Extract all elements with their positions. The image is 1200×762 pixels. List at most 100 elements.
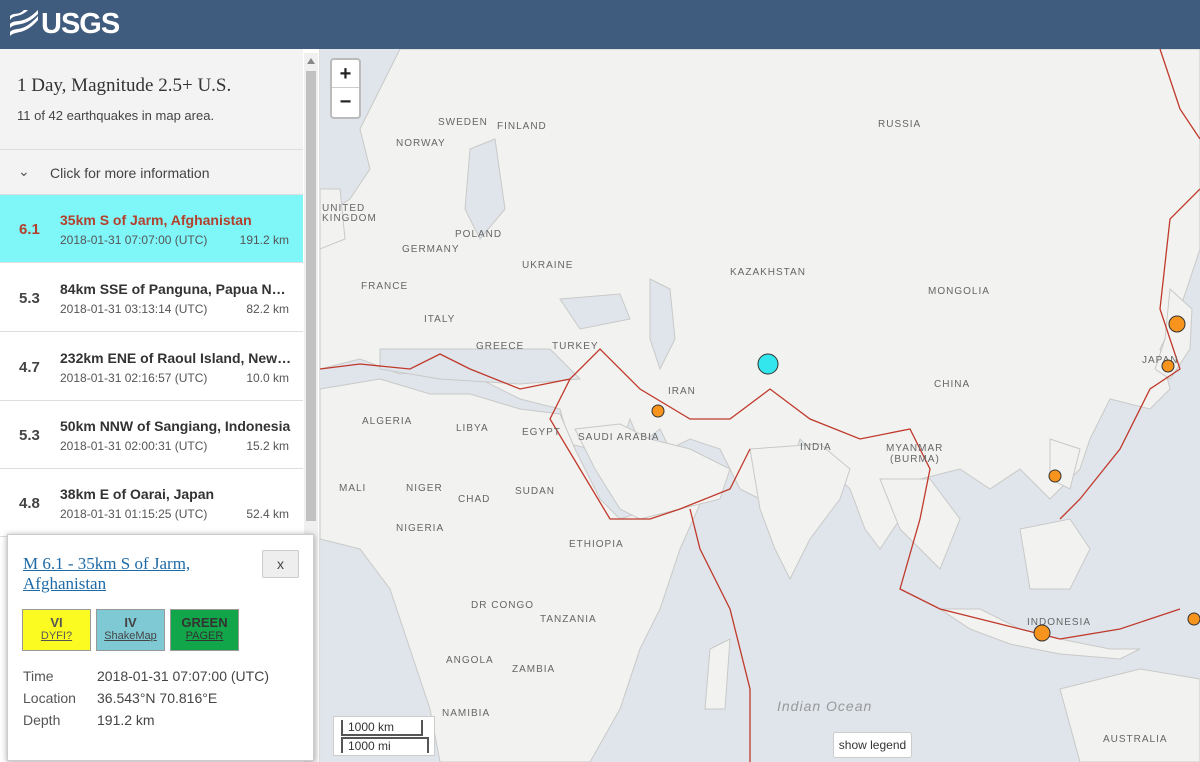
usgs-logo[interactable]: USGS	[10, 7, 120, 40]
depth-value: 191.2 km	[97, 712, 155, 728]
country-label: TURKEY	[552, 341, 599, 352]
earthquake-marker[interactable]	[1168, 315, 1186, 333]
borneo-island	[1019, 518, 1091, 590]
country-label: GERMANY	[402, 244, 460, 255]
earthquake-depth: 191.2 km	[239, 233, 289, 247]
country-label: POLAND	[455, 229, 502, 240]
country-label: GREECE	[476, 341, 524, 352]
country-label: FRANCE	[361, 281, 408, 292]
country-label: MALI	[339, 483, 366, 494]
country-label: UKRAINE	[522, 260, 573, 271]
zoom-out-button[interactable]: −	[332, 88, 359, 116]
zoom-in-button[interactable]: +	[332, 60, 359, 88]
earthquake-time: 2018-01-31 03:13:14 (UTC)	[60, 302, 208, 316]
logo-text: USGS	[41, 7, 120, 40]
earthquake-time: 2018-01-31 07:07:00 (UTC)	[60, 233, 208, 247]
earthquake-magnitude: 6.1	[19, 221, 40, 238]
earthquake-depth: 52.4 km	[246, 507, 289, 521]
close-button[interactable]: x	[262, 550, 299, 578]
madagascar-island	[704, 638, 731, 710]
earthquake-depth: 10.0 km	[246, 371, 289, 385]
list-count: 11 of 42 earthquakes in map area.	[17, 108, 215, 123]
shakemap-label: ShakeMap	[104, 630, 157, 642]
pager-badge[interactable]: GREEN PAGER	[170, 609, 239, 651]
country-label: LIBYA	[456, 423, 489, 434]
time-value: 2018-01-31 07:07:00 (UTC)	[97, 668, 269, 684]
list-header: 1 Day, Magnitude 2.5+ U.S. 11 of 42 eart…	[0, 49, 303, 150]
country-label: IRAN	[668, 386, 696, 397]
shakemap-badge[interactable]: IV ShakeMap	[96, 609, 165, 651]
country-label: ITALY	[424, 314, 455, 325]
country-label: INDONESIA	[1027, 617, 1091, 628]
dyfi-badge[interactable]: VI DYFI?	[22, 609, 91, 651]
earthquake-place: 84km SSE of Panguna, Papua New Guinea	[60, 281, 292, 297]
earthquake-place: 232km ENE of Raoul Island, New Zealand	[60, 350, 292, 366]
popup-title-link[interactable]: M 6.1 - 35km S of Jarm, Afghanistan	[23, 554, 253, 594]
depth-label: Depth	[23, 712, 61, 728]
country-label: SUDAN	[515, 486, 555, 497]
country-label: NORWAY	[396, 138, 446, 149]
earthquake-marker[interactable]	[651, 404, 665, 418]
earthquake-marker[interactable]	[1187, 612, 1200, 626]
country-label: ANGOLA	[446, 655, 494, 666]
country-label: EGYPT	[522, 427, 561, 438]
country-label: NIGER	[406, 483, 443, 494]
country-label: ZAMBIA	[512, 664, 555, 675]
country-label: TANZANIA	[540, 614, 597, 625]
country-label: RUSSIA	[878, 119, 921, 130]
earthquake-popup: M 6.1 - 35km S of Jarm, Afghanistan x VI…	[7, 534, 314, 761]
earthquake-magnitude: 5.3	[19, 427, 40, 444]
more-info-toggle[interactable]: ⌄ Click for more information	[0, 150, 303, 195]
dyfi-value: VI	[50, 615, 63, 630]
mediterranean-sea	[379, 348, 582, 385]
plate-boundary	[689, 508, 751, 762]
scroll-thumb[interactable]	[306, 71, 316, 521]
australia-landmass	[1059, 668, 1200, 762]
country-label: MYANMAR	[886, 443, 943, 454]
earthquake-list-item[interactable]: 6.1 35km S of Jarm, Afghanistan 2018-01-…	[0, 195, 303, 263]
scroll-up-arrow-icon[interactable]	[307, 58, 315, 64]
earthquake-place: 38km E of Oarai, Japan	[60, 486, 215, 502]
earthquake-marker[interactable]	[1048, 469, 1062, 483]
map-layer: SWEDEN FINLAND RUSSIA NORWAY UNITED KING…	[320, 49, 1200, 762]
earthquake-list-item[interactable]: 5.3 84km SSE of Panguna, Papua New Guine…	[0, 264, 303, 332]
pager-value: GREEN	[181, 615, 228, 630]
earthquake-marker[interactable]	[1033, 624, 1051, 642]
earthquake-marker[interactable]	[1161, 359, 1175, 373]
country-label: (BURMA)	[890, 454, 940, 465]
zoom-control: + −	[330, 58, 361, 119]
earthquake-place: 35km S of Jarm, Afghanistan	[60, 212, 252, 228]
earthquake-list-item[interactable]: 4.7 232km ENE of Raoul Island, New Zeala…	[0, 333, 303, 401]
pager-label: PAGER	[185, 630, 224, 642]
location-label: Location	[23, 690, 76, 706]
country-label: MONGOLIA	[928, 286, 990, 297]
country-label: NIGERIA	[396, 523, 444, 534]
country-label: NAMIBIA	[442, 708, 490, 719]
earthquake-magnitude: 4.7	[19, 359, 40, 376]
earthquake-magnitude: 5.3	[19, 290, 40, 307]
country-label: CHAD	[458, 494, 490, 505]
more-info-label: Click for more information	[50, 165, 210, 181]
earthquake-list-item[interactable]: 4.8 38km E of Oarai, Japan 2018-01-31 01…	[0, 469, 303, 537]
earthquake-time: 2018-01-31 01:15:25 (UTC)	[60, 507, 208, 521]
earthquake-place: 50km NNW of Sangiang, Indonesia	[60, 418, 291, 434]
map-scale: 1000 km 1000 mi	[333, 716, 435, 756]
country-label: ALGERIA	[362, 416, 412, 427]
location-value: 36.543°N 70.816°E	[97, 690, 218, 706]
country-label: KINGDOM	[322, 213, 377, 224]
earthquake-list-item[interactable]: 5.3 50km NNW of Sangiang, Indonesia 2018…	[0, 401, 303, 469]
time-label: Time	[23, 668, 54, 684]
dyfi-label: DYFI?	[40, 630, 73, 642]
country-label: DR CONGO	[471, 600, 534, 611]
shakemap-value: IV	[124, 615, 137, 630]
list-title: 1 Day, Magnitude 2.5+ U.S.	[17, 75, 232, 96]
country-label: INDIA	[800, 442, 832, 453]
map-canvas[interactable]: SWEDEN FINLAND RUSSIA NORWAY UNITED KING…	[320, 49, 1200, 762]
selected-earthquake-marker[interactable]	[757, 353, 779, 375]
country-label: AUSTRALIA	[1103, 734, 1168, 745]
earthquake-time: 2018-01-31 02:16:57 (UTC)	[60, 371, 208, 385]
show-legend-button[interactable]: show legend	[833, 732, 912, 758]
earthquake-depth: 15.2 km	[246, 439, 289, 453]
earthquake-depth: 82.2 km	[246, 302, 289, 316]
earthquake-time: 2018-01-31 02:00:31 (UTC)	[60, 439, 208, 453]
